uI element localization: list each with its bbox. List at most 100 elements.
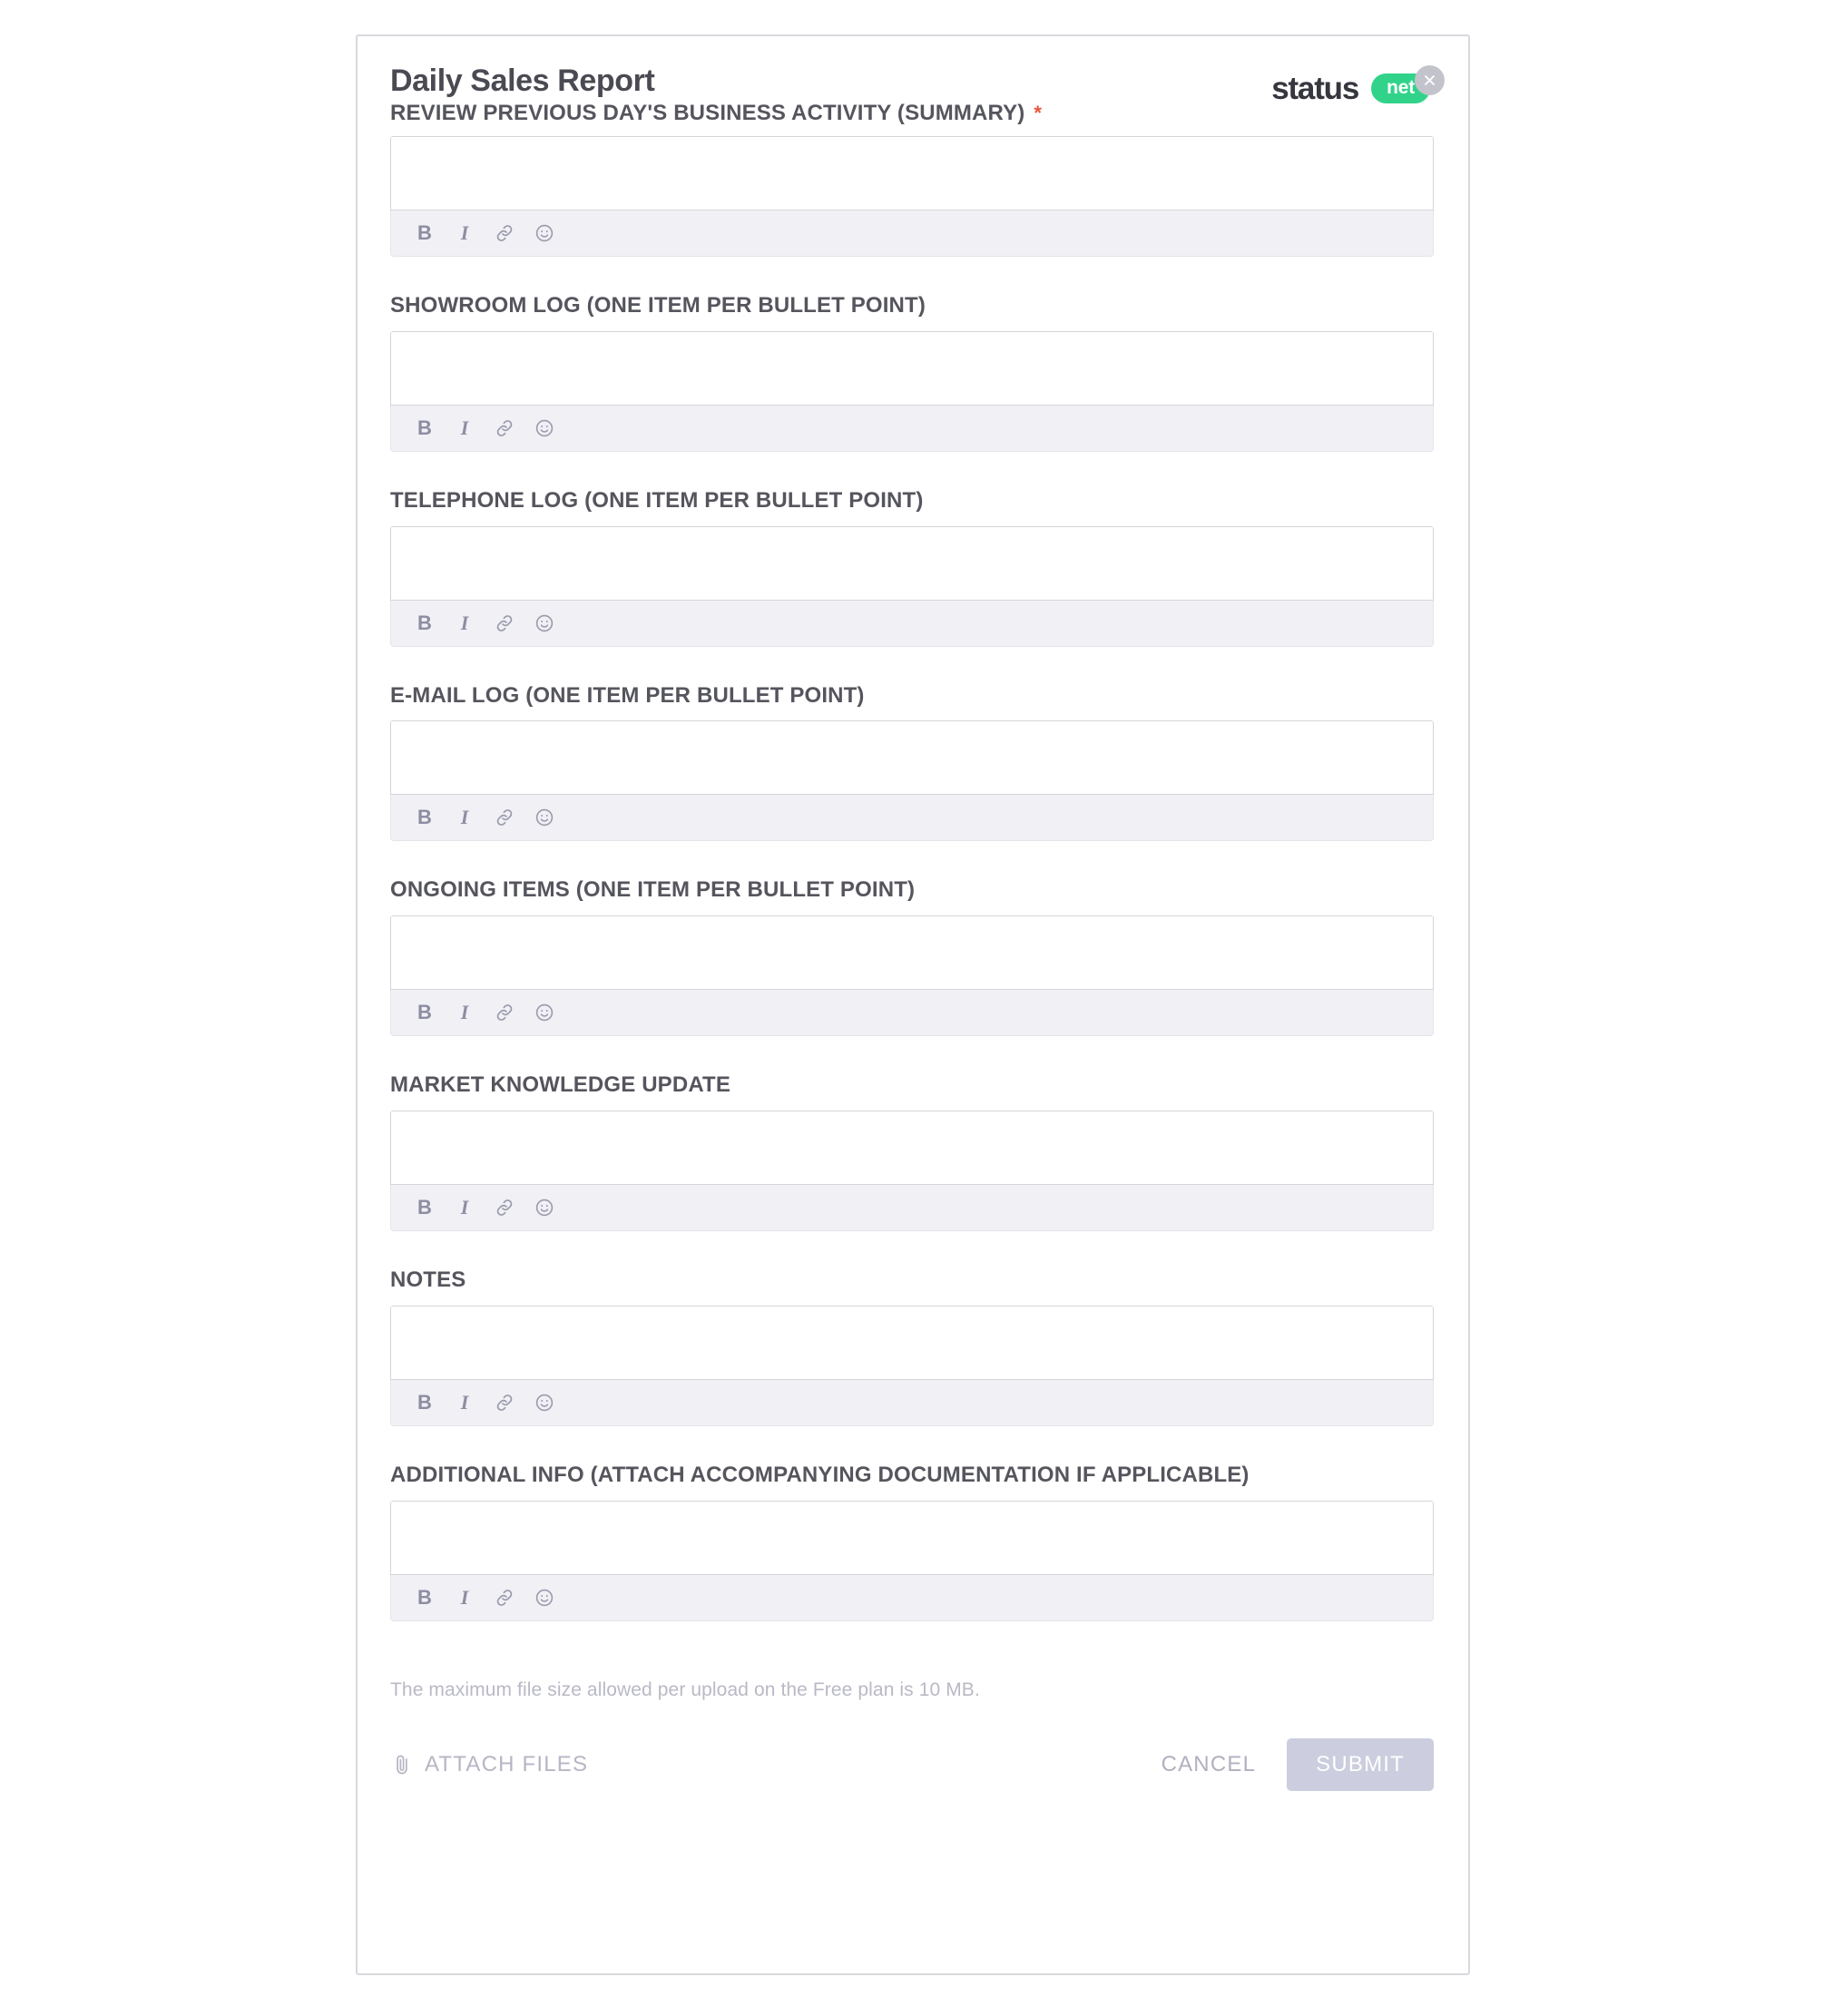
field-email-log: E-MAIL LOG (ONE ITEM PER BULLET POINT) B… [390, 683, 1436, 842]
field-showroom-log: SHOWROOM LOG (ONE ITEM PER BULLET POINT)… [390, 293, 1436, 452]
italic-icon[interactable]: I [449, 413, 480, 444]
textarea-telephone-log[interactable] [390, 525, 1434, 601]
attach-files-label: ATTACH FILES [425, 1751, 589, 1776]
textarea-email-log[interactable] [390, 720, 1434, 796]
field-market-knowledge-update: MARKET KNOWLEDGE UPDATE B I [390, 1072, 1436, 1231]
emoji-icon[interactable] [529, 218, 560, 249]
emoji-icon[interactable] [529, 1582, 560, 1613]
submit-button[interactable]: SUBMIT [1287, 1737, 1434, 1791]
bold-icon[interactable]: B [409, 1387, 440, 1418]
link-icon[interactable] [489, 218, 520, 249]
field-label-market-knowledge-update: MARKET KNOWLEDGE UPDATE [390, 1072, 730, 1098]
screen: Daily Sales Report REVIEW PREVIOUS DAY'S… [0, 0, 1823, 2016]
brand-wordmark: status [1271, 71, 1359, 106]
editor-notes: B I [390, 1305, 1434, 1426]
italic-icon[interactable]: I [449, 1582, 480, 1613]
editor-ongoing-items: B I [390, 915, 1434, 1037]
italic-glyph: I [460, 1390, 469, 1414]
emoji-icon[interactable] [529, 1387, 560, 1418]
italic-glyph: I [460, 221, 469, 244]
modal-body: Daily Sales Report REVIEW PREVIOUS DAY'S… [358, 36, 1468, 1973]
field-label-telephone-log: TELEPHONE LOG (ONE ITEM PER BULLET POINT… [390, 487, 924, 513]
modal-footer-actions: ATTACH FILES CANCEL SUBMIT [390, 1737, 1434, 1791]
editor-toolbar: B I [390, 1184, 1434, 1231]
editor-toolbar: B I [390, 990, 1434, 1037]
bold-icon[interactable]: B [409, 413, 440, 444]
bold-icon[interactable]: B [409, 608, 440, 639]
editor-toolbar: B I [390, 210, 1434, 257]
textarea-ongoing-items[interactable] [390, 915, 1434, 991]
attach-files-button[interactable]: ATTACH FILES [390, 1752, 588, 1777]
field-ongoing-items: ONGOING ITEMS (ONE ITEM PER BULLET POINT… [390, 877, 1436, 1037]
link-icon[interactable] [489, 608, 520, 639]
bold-glyph: B [417, 221, 432, 244]
field-label-summary: REVIEW PREVIOUS DAY'S BUSINESS ACTIVITY … [390, 101, 1025, 126]
close-icon[interactable] [1415, 65, 1445, 95]
editor-toolbar: B I [390, 600, 1434, 647]
italic-glyph: I [460, 1001, 469, 1024]
cancel-button[interactable]: CANCEL [1161, 1752, 1288, 1777]
italic-icon[interactable]: I [449, 1192, 480, 1223]
textarea-market-knowledge-update[interactable] [390, 1110, 1434, 1185]
emoji-icon[interactable] [529, 802, 560, 833]
italic-icon[interactable]: I [449, 802, 480, 833]
editor-showroom-log: B I [390, 330, 1434, 452]
field-label-additional-info: ADDITIONAL INFO (ATTACH ACCOMPANYING DOC… [390, 1462, 1250, 1487]
emoji-icon[interactable] [529, 1192, 560, 1223]
bold-icon[interactable]: B [409, 997, 440, 1028]
editor-summary: B I [390, 136, 1434, 257]
bold-icon[interactable]: B [409, 802, 440, 833]
bold-icon[interactable]: B [409, 1192, 440, 1223]
italic-glyph: I [460, 1585, 469, 1609]
link-icon[interactable] [489, 1387, 520, 1418]
required-asterisk: * [1034, 102, 1042, 125]
textarea-additional-info[interactable] [390, 1500, 1434, 1575]
bold-glyph: B [417, 611, 432, 634]
field-additional-info: ADDITIONAL INFO (ATTACH ACCOMPANYING DOC… [390, 1463, 1436, 1621]
emoji-icon[interactable] [529, 608, 560, 639]
field-telephone-log: TELEPHONE LOG (ONE ITEM PER BULLET POINT… [390, 488, 1436, 647]
field-label-email-log: E-MAIL LOG (ONE ITEM PER BULLET POINT) [390, 682, 865, 708]
link-icon[interactable] [489, 413, 520, 444]
editor-toolbar: B I [390, 405, 1434, 452]
bold-icon[interactable]: B [409, 218, 440, 249]
italic-icon[interactable]: I [449, 1387, 480, 1418]
emoji-icon[interactable] [529, 997, 560, 1028]
italic-glyph: I [460, 416, 469, 439]
field-notes: NOTES B I [390, 1267, 1436, 1426]
editor-toolbar: B I [390, 1574, 1434, 1621]
bold-glyph: B [417, 1195, 432, 1218]
link-icon[interactable] [489, 1582, 520, 1613]
bold-icon[interactable]: B [409, 1582, 440, 1613]
bold-glyph: B [417, 416, 432, 439]
paperclip-icon [390, 1753, 414, 1776]
editor-telephone-log: B I [390, 525, 1434, 647]
italic-icon[interactable]: I [449, 218, 480, 249]
bold-glyph: B [417, 1001, 432, 1024]
editor-toolbar: B I [390, 795, 1434, 842]
field-label-ongoing-items: ONGOING ITEMS (ONE ITEM PER BULLET POINT… [390, 877, 916, 903]
bold-glyph: B [417, 806, 432, 829]
textarea-notes[interactable] [390, 1305, 1434, 1380]
italic-icon[interactable]: I [449, 608, 480, 639]
italic-icon[interactable]: I [449, 997, 480, 1028]
bold-glyph: B [417, 1585, 432, 1609]
editor-additional-info: B I [390, 1500, 1434, 1621]
daily-sales-report-modal: Daily Sales Report REVIEW PREVIOUS DAY'S… [356, 34, 1470, 1975]
file-size-note: The maximum file size allowed per upload… [390, 1678, 980, 1700]
textarea-summary[interactable] [390, 136, 1434, 210]
italic-glyph: I [460, 611, 469, 634]
link-icon[interactable] [489, 1192, 520, 1223]
italic-glyph: I [460, 806, 469, 829]
editor-email-log: B I [390, 720, 1434, 842]
emoji-icon[interactable] [529, 413, 560, 444]
textarea-showroom-log[interactable] [390, 330, 1434, 406]
editor-toolbar: B I [390, 1379, 1434, 1426]
link-icon[interactable] [489, 997, 520, 1028]
link-icon[interactable] [489, 802, 520, 833]
statusnet-logo: status net [1271, 65, 1445, 106]
modal-header: Daily Sales Report REVIEW PREVIOUS DAY'S… [390, 58, 1445, 136]
field-label-showroom-log: SHOWROOM LOG (ONE ITEM PER BULLET POINT) [390, 293, 926, 318]
italic-glyph: I [460, 1195, 469, 1218]
field-label-notes: NOTES [390, 1267, 466, 1292]
